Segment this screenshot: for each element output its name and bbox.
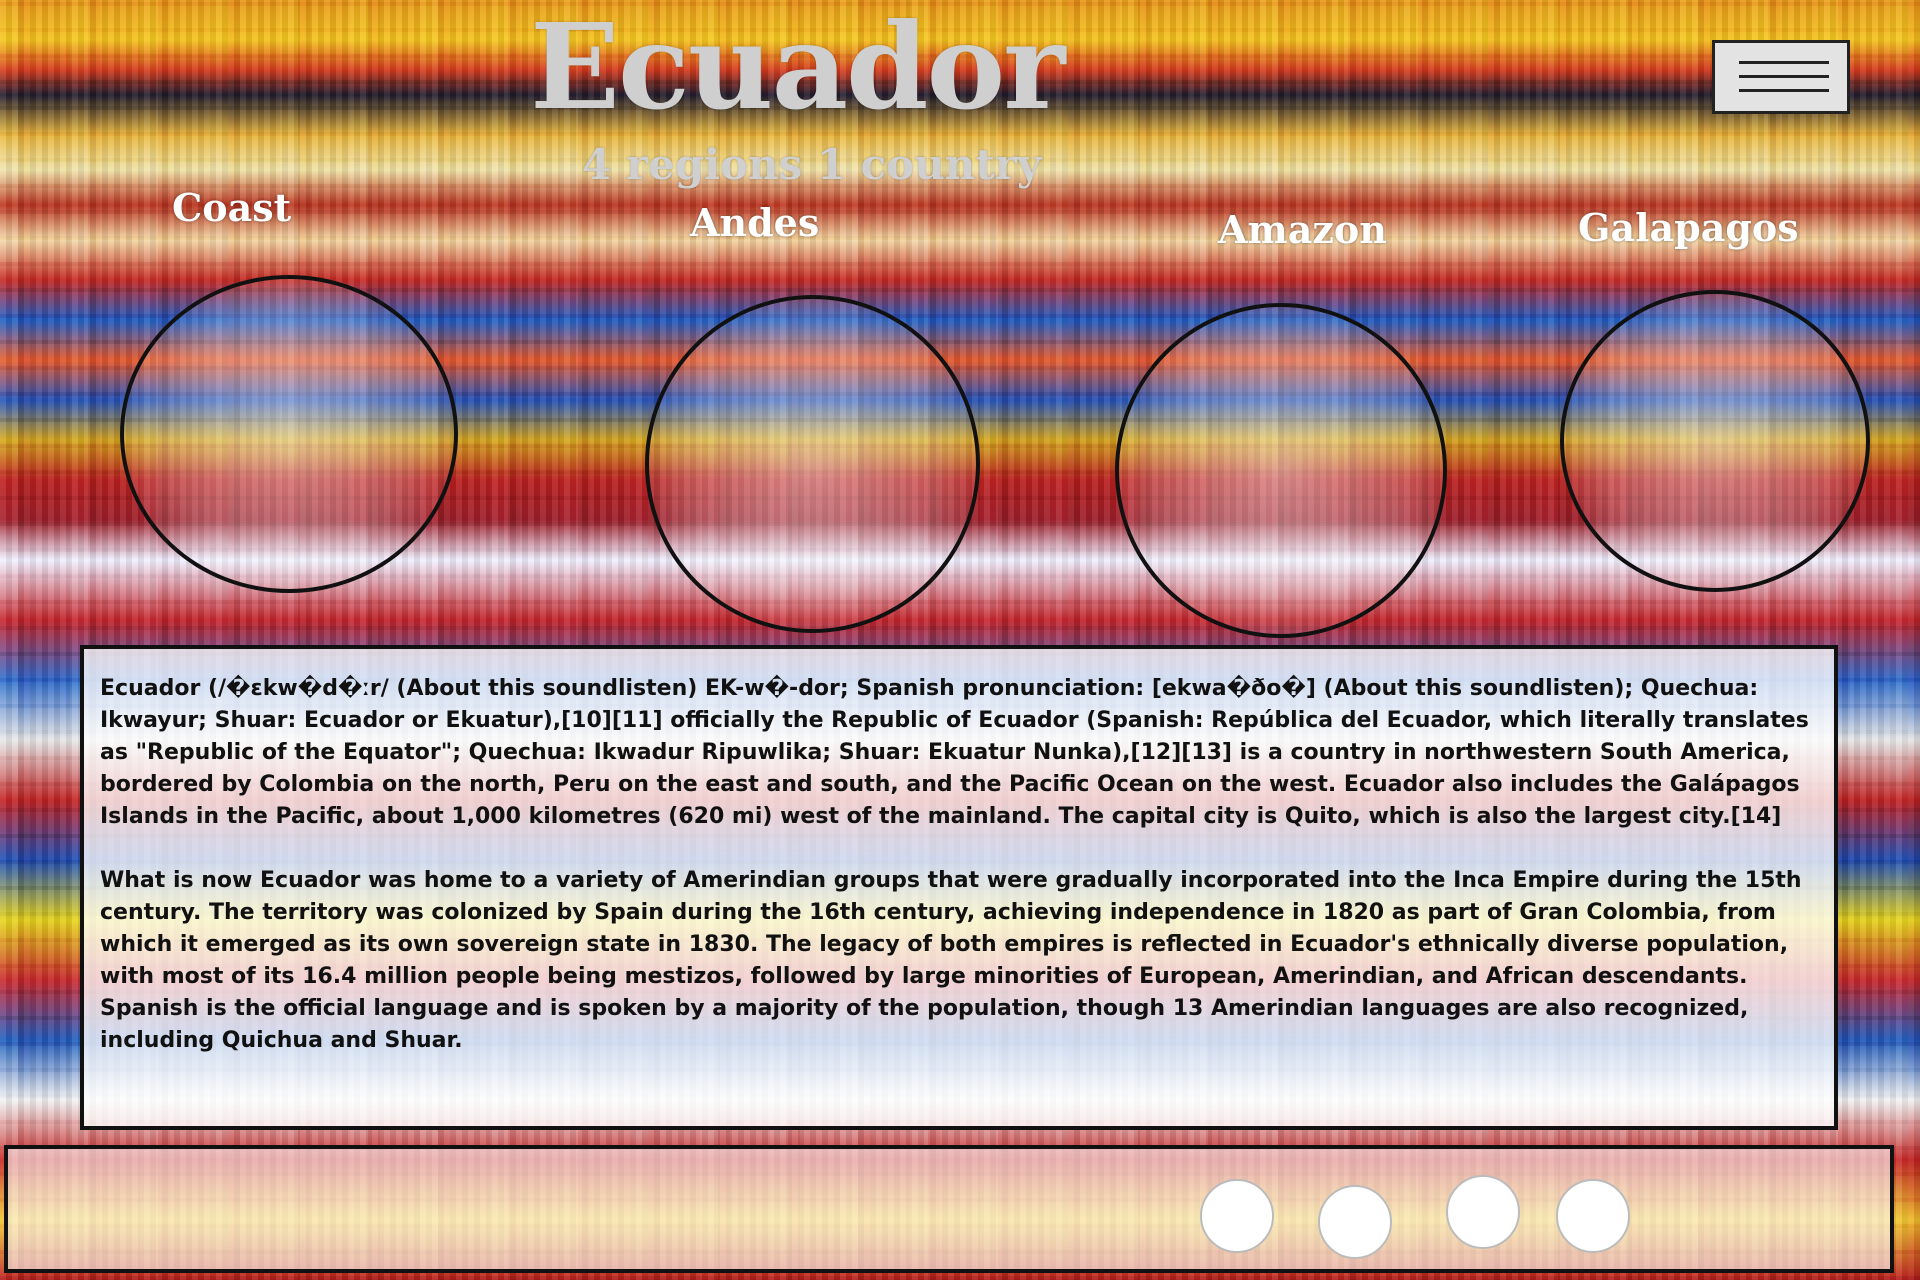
- indicator-dot-4[interactable]: [1556, 1179, 1630, 1253]
- info-paragraph-2: What is now Ecuador was home to a variet…: [100, 868, 1802, 1053]
- page-subtitle: 4 regions 1 country: [582, 140, 1042, 189]
- indicator-dot-2[interactable]: [1318, 1185, 1392, 1259]
- region-circle-coast[interactable]: [120, 275, 458, 593]
- hamburger-menu-icon-bar: [1739, 89, 1829, 92]
- region-circle-andes[interactable]: [645, 295, 980, 633]
- indicator-dot-1[interactable]: [1200, 1179, 1274, 1253]
- region-label-galapagos[interactable]: Galapagos: [1578, 205, 1799, 250]
- region-circle-amazon[interactable]: [1115, 303, 1447, 638]
- region-label-coast[interactable]: Coast: [172, 185, 291, 230]
- info-panel: Ecuador (/�ɛkw�d�ːr/ (About this soundli…: [80, 645, 1838, 1130]
- region-label-amazon[interactable]: Amazon: [1218, 207, 1387, 252]
- info-paragraph-1: Ecuador (/�ɛkw�d�ːr/ (About this soundli…: [100, 676, 1809, 829]
- region-label-andes[interactable]: Andes: [690, 200, 819, 245]
- footer-bar: [4, 1145, 1894, 1273]
- page-title: Ecuador: [530, 0, 1065, 136]
- hamburger-menu-icon: [1739, 61, 1829, 64]
- region-circle-galapagos[interactable]: [1560, 290, 1870, 592]
- indicator-dot-3[interactable]: [1446, 1175, 1520, 1249]
- hamburger-menu-button[interactable]: [1712, 40, 1850, 114]
- hamburger-menu-icon-bar: [1739, 75, 1829, 78]
